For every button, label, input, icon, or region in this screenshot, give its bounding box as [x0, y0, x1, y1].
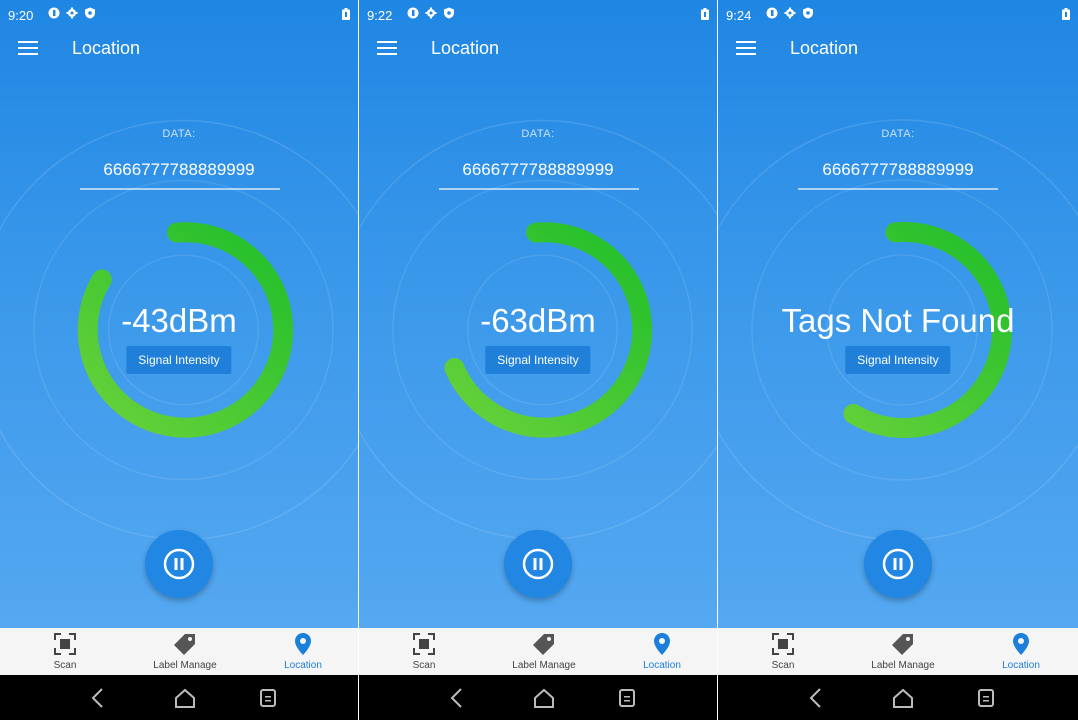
app-area: 9:24 Location DATA: 6666777788889999 Tag… — [718, 0, 1078, 628]
bottom-navigation: Scan Label Manage Location — [359, 628, 717, 675]
bottom-navigation: Scan Label Manage Location — [718, 628, 1078, 675]
system-navigation-bar — [359, 675, 717, 720]
location-pin-icon — [295, 633, 311, 655]
pause-icon — [163, 548, 195, 580]
nav-location[interactable]: Location — [986, 628, 1056, 675]
tag-icon — [892, 634, 913, 655]
phone-screen: 9:22 Location DATA: 6666777788889999 -63… — [359, 0, 718, 720]
signal-intensity-button[interactable]: Signal Intensity — [485, 346, 591, 374]
signal-value: -43dBm — [121, 302, 237, 339]
nav-location-label: Location — [284, 660, 322, 671]
nav-label-manage-label: Label Manage — [153, 660, 217, 671]
nav-scan-label: Scan — [53, 660, 77, 671]
nav-location[interactable]: Location — [268, 628, 338, 675]
pause-button[interactable] — [145, 530, 213, 598]
back-icon[interactable] — [447, 687, 467, 709]
back-icon[interactable] — [88, 687, 108, 709]
pause-icon — [522, 548, 554, 580]
location-pin-icon — [1013, 633, 1029, 655]
nav-scan[interactable]: Scan — [30, 628, 100, 675]
tag-icon — [174, 634, 195, 655]
system-navigation-bar — [0, 675, 358, 720]
nav-location-label: Location — [643, 660, 681, 671]
bottom-navigation: Scan Label Manage Location — [0, 628, 358, 675]
scan-icon — [54, 633, 76, 655]
app-area: 9:20 Location DATA: 6666777788889999 -43… — [0, 0, 358, 628]
signal-intensity-button[interactable]: Signal Intensity — [845, 346, 951, 374]
nav-label-manage[interactable]: Label Manage — [140, 628, 230, 675]
scan-icon — [413, 633, 435, 655]
screens-container: 9:20 Location DATA: 6666777788889999 -43… — [0, 0, 1078, 720]
home-icon[interactable] — [891, 687, 915, 709]
nav-label-manage[interactable]: Label Manage — [858, 628, 948, 675]
location-pin-icon — [654, 633, 670, 655]
recents-icon[interactable] — [976, 687, 996, 709]
scan-icon — [772, 633, 794, 655]
nav-label-manage-label: Label Manage — [871, 660, 935, 671]
nav-label-manage-label: Label Manage — [512, 660, 576, 671]
tag-icon — [533, 634, 554, 655]
system-navigation-bar — [718, 675, 1078, 720]
pause-icon — [882, 548, 914, 580]
phone-screen: 9:20 Location DATA: 6666777788889999 -43… — [0, 0, 359, 720]
recents-icon[interactable] — [258, 687, 278, 709]
nav-label-manage[interactable]: Label Manage — [499, 628, 589, 675]
signal-value: Tags Not Found — [781, 302, 1015, 339]
signal-value: -63dBm — [480, 302, 596, 339]
nav-scan[interactable]: Scan — [748, 628, 818, 675]
pause-button[interactable] — [864, 530, 932, 598]
back-icon[interactable] — [806, 687, 826, 709]
pause-button[interactable] — [504, 530, 572, 598]
nav-location[interactable]: Location — [627, 628, 697, 675]
nav-scan-label: Scan — [412, 660, 436, 671]
nav-scan-label: Scan — [771, 660, 795, 671]
home-icon[interactable] — [173, 687, 197, 709]
signal-intensity-button[interactable]: Signal Intensity — [126, 346, 232, 374]
phone-screen: 9:24 Location DATA: 6666777788889999 Tag… — [718, 0, 1078, 720]
nav-location-label: Location — [1002, 660, 1040, 671]
home-icon[interactable] — [532, 687, 556, 709]
nav-scan[interactable]: Scan — [389, 628, 459, 675]
recents-icon[interactable] — [617, 687, 637, 709]
app-area: 9:22 Location DATA: 6666777788889999 -63… — [359, 0, 717, 628]
